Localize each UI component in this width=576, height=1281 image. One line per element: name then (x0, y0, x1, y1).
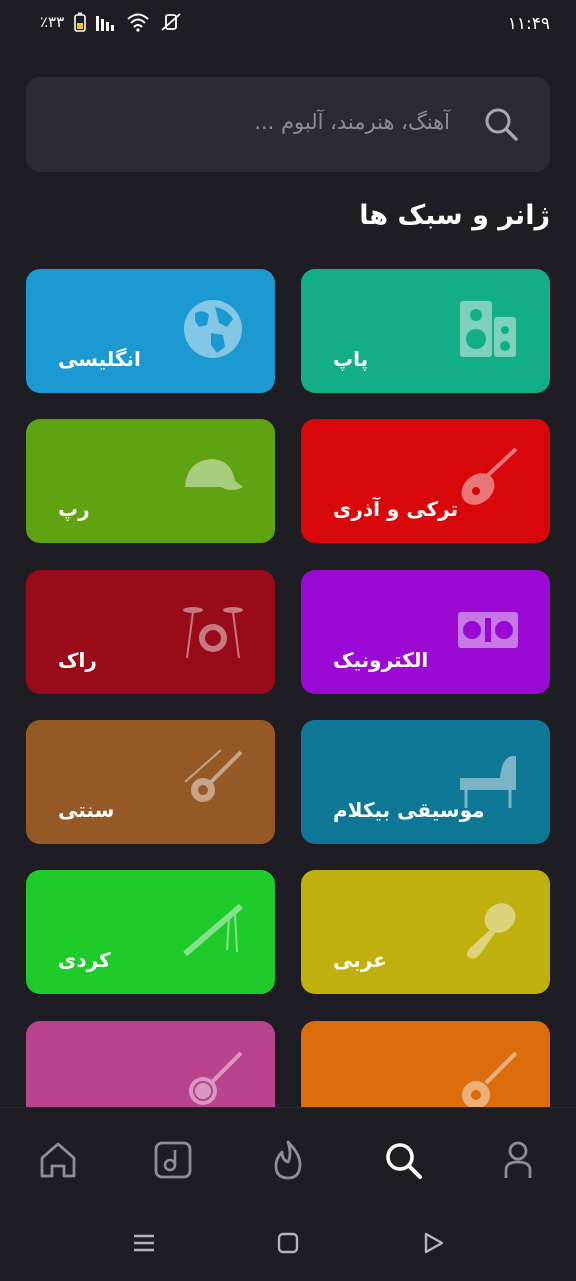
genre-card-acoustic[interactable] (301, 1021, 550, 1107)
flute-icon (183, 903, 243, 957)
genre-label: انگلیسی (58, 347, 141, 371)
genre-label: پاپ (333, 347, 369, 371)
home-square-icon[interactable] (273, 1228, 303, 1258)
darbuka-icon (467, 903, 516, 959)
guitar-icon (462, 1051, 518, 1107)
genre-card-electronic[interactable]: الکترونیک (301, 570, 550, 694)
dj-mixer-icon (458, 612, 518, 648)
genre-grid: پاپ انگلیسی ترکی و آذری رپ الکترونیک راک… (0, 0, 576, 1107)
genre-card-country[interactable] (26, 1021, 275, 1107)
genre-card-rock[interactable]: راک (26, 570, 275, 694)
speaker-icon (460, 301, 516, 357)
music-note-icon[interactable] (151, 1138, 195, 1182)
genre-card-instrumental[interactable]: موسیقی بیکلام (301, 720, 550, 844)
cap-icon (185, 459, 243, 490)
genre-card-arabic[interactable]: عربی (301, 870, 550, 994)
genre-label: عربی (333, 948, 387, 972)
genre-card-english[interactable]: انگلیسی (26, 269, 275, 393)
back-icon[interactable] (418, 1228, 448, 1258)
genre-label: ترکی و آذری (333, 497, 459, 521)
profile-icon[interactable] (496, 1138, 540, 1182)
setar-icon (184, 749, 243, 802)
flame-icon[interactable] (266, 1138, 310, 1182)
genre-card-rap[interactable]: رپ (26, 419, 275, 543)
genre-label: رپ (58, 497, 90, 521)
genre-card-turkish[interactable]: ترکی و آذری (301, 419, 550, 543)
genre-card-traditional[interactable]: سنتی (26, 720, 275, 844)
genre-label: راک (58, 648, 97, 672)
globe-icon (184, 300, 242, 358)
piano-icon (460, 755, 516, 808)
genre-card-pop[interactable]: پاپ (301, 269, 550, 393)
genre-label: کردی (58, 948, 111, 972)
menu-icon[interactable] (129, 1228, 159, 1258)
saz-icon (461, 447, 518, 505)
genre-card-kurdish[interactable]: کردی (26, 870, 275, 994)
banjo-icon (189, 1051, 243, 1105)
home-icon[interactable] (36, 1138, 80, 1182)
bottom-navigation (0, 1107, 576, 1281)
drum-kit-icon (183, 607, 243, 659)
genre-label: الکترونیک (333, 648, 429, 672)
genre-label: سنتی (58, 798, 115, 822)
search-icon[interactable] (381, 1138, 425, 1182)
